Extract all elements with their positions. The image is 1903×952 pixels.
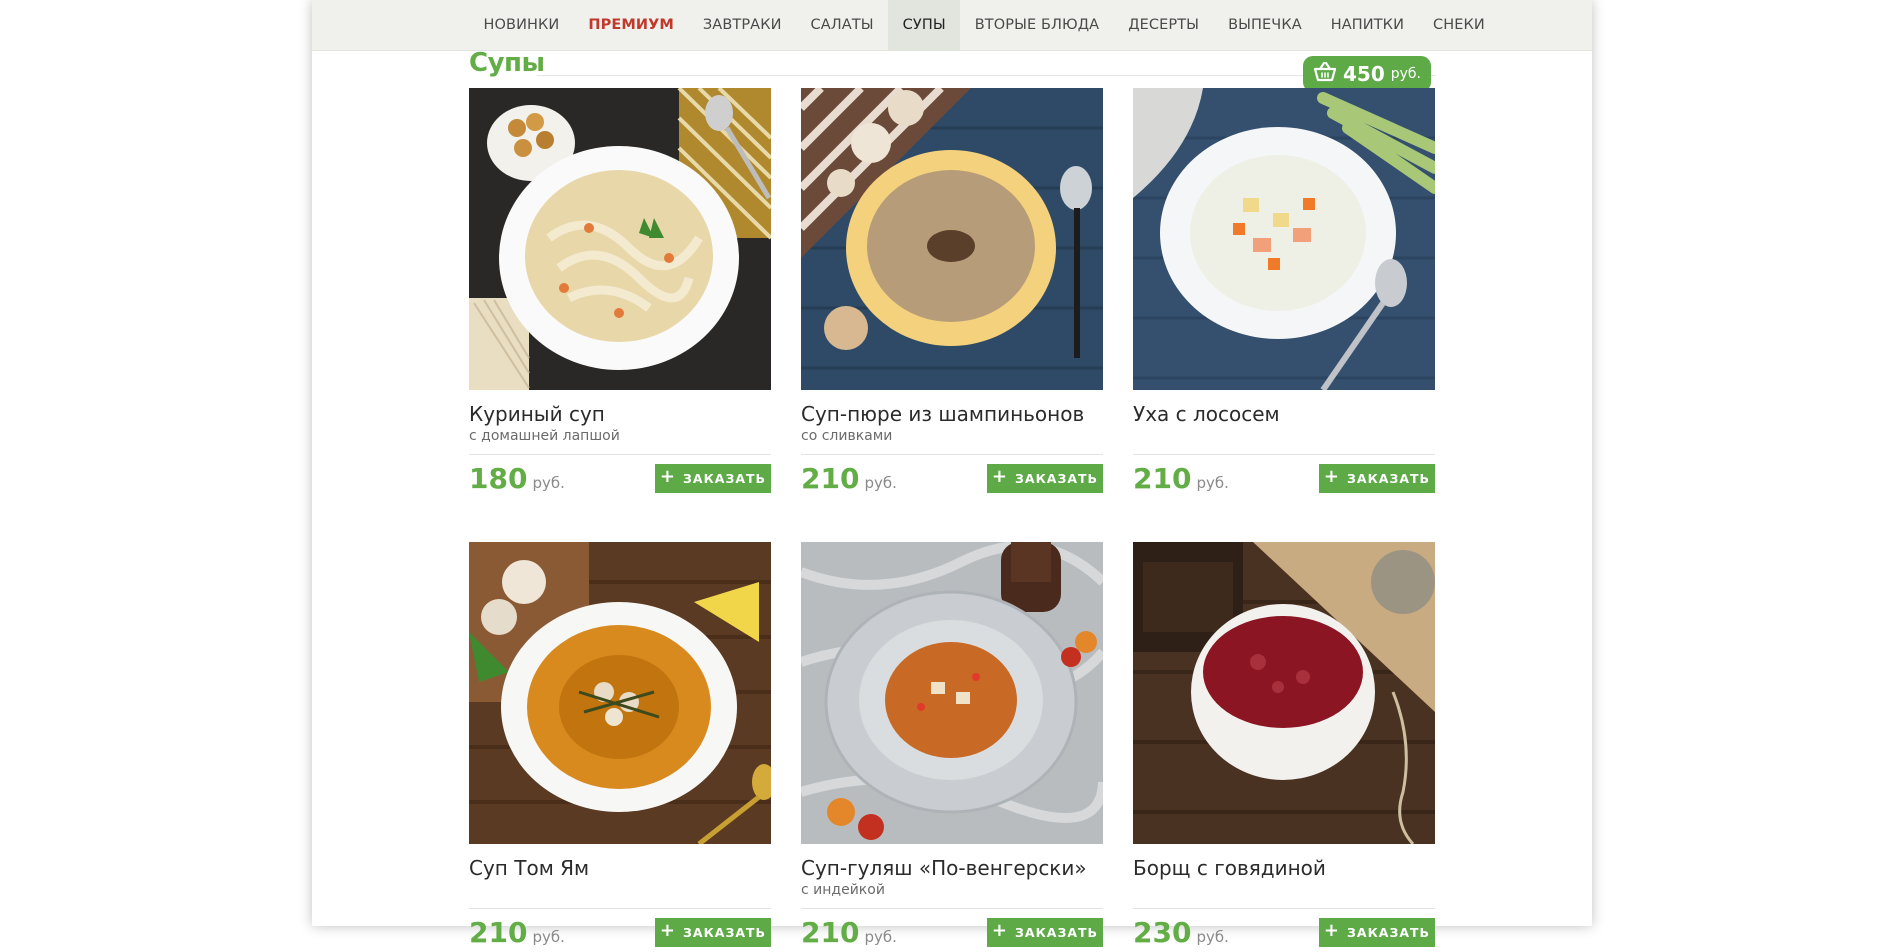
product-card: Суп-гуляш «По-венгерски» с индейкой 210 … (801, 542, 1103, 952)
category-navbar: НОВИНКИ ПРЕМИУМ ЗАВТРАКИ САЛАТЫ СУПЫ ВТО… (312, 0, 1592, 51)
price-currency: руб. (864, 473, 897, 492)
borscht-image[interactable] (1133, 542, 1435, 844)
nav-item-sneki[interactable]: СНЕКИ (1419, 0, 1500, 50)
product-price: 180 руб. (469, 462, 565, 495)
price-value: 180 (469, 461, 528, 495)
product-name[interactable]: Борщ с говядиной (1133, 856, 1435, 880)
product-name[interactable]: Суп-пюре из шампиньонов (801, 402, 1103, 426)
product-card: Куриный суп с домашней лапшой 180 руб. +… (469, 88, 771, 498)
product-name[interactable]: Суп Том Ям (469, 856, 771, 880)
plus-icon: + (659, 920, 677, 941)
product-price: 210 руб. (801, 462, 897, 495)
nav-item-vtorye-blyuda[interactable]: ВТОРЫЕ БЛЮДА (960, 0, 1113, 50)
product-price: 210 руб. (801, 916, 897, 949)
cart-amount: 450 (1342, 62, 1385, 86)
product-card: Суп Том Ям 210 руб. + ЗАКАЗАТЬ (469, 542, 771, 952)
order-button[interactable]: + ЗАКАЗАТЬ (1319, 463, 1435, 493)
price-currency: руб. (532, 927, 565, 946)
price-value: 210 (1133, 461, 1192, 495)
product-card: Борщ с говядиной 230 руб. + ЗАКАЗАТЬ (1133, 542, 1435, 952)
plus-icon: + (659, 466, 677, 487)
order-button-label: ЗАКАЗАТЬ (1015, 470, 1099, 486)
basket-icon (1313, 60, 1337, 88)
product-card: Суп-пюре из шампиньонов со сливками 210 … (801, 88, 1103, 498)
card-divider (469, 908, 771, 909)
price-row: 180 руб. + ЗАКАЗАТЬ (469, 462, 771, 495)
product-subtitle (469, 882, 771, 900)
card-divider (1133, 454, 1435, 455)
plus-icon: + (1323, 920, 1341, 941)
order-button-label: ЗАКАЗАТЬ (1015, 924, 1099, 940)
salmon-fish-soup-image[interactable] (1133, 88, 1435, 390)
product-name[interactable]: Уха с лососем (1133, 402, 1435, 426)
price-value: 230 (1133, 915, 1192, 949)
product-price: 210 руб. (469, 916, 565, 949)
section-title: Супы (469, 48, 545, 78)
price-row: 210 руб. + ЗАКАЗАТЬ (801, 916, 1103, 949)
nav-item-deserty[interactable]: ДЕСЕРТЫ (1114, 0, 1214, 50)
product-subtitle: с индейкой (801, 882, 885, 898)
product-subtitle: с домашней лапшой (469, 428, 620, 444)
chicken-noodle-soup-image[interactable] (469, 88, 771, 390)
product-name[interactable]: Суп-гуляш «По-венгерски» (801, 856, 1103, 880)
card-divider (469, 454, 771, 455)
mushroom-cream-soup-image[interactable] (801, 88, 1103, 390)
price-row: 210 руб. + ЗАКАЗАТЬ (469, 916, 771, 949)
order-button-label: ЗАКАЗАТЬ (683, 924, 767, 940)
product-grid: Куриный суп с домашней лапшой 180 руб. +… (469, 88, 1435, 952)
nav-item-novinki[interactable]: НОВИНКИ (469, 0, 574, 50)
nav-item-salaty[interactable]: САЛАТЫ (796, 0, 888, 50)
price-value: 210 (801, 461, 860, 495)
card-divider (801, 908, 1103, 909)
order-button[interactable]: + ЗАКАЗАТЬ (987, 463, 1103, 493)
product-subtitle (1133, 428, 1435, 446)
title-divider (537, 75, 1435, 76)
card-divider (801, 454, 1103, 455)
order-button-label: ЗАКАЗАТЬ (1347, 470, 1431, 486)
page-container: НОВИНКИ ПРЕМИУМ ЗАВТРАКИ САЛАТЫ СУПЫ ВТО… (312, 0, 1592, 949)
nav-item-napitki[interactable]: НАПИТКИ (1316, 0, 1418, 50)
price-row: 210 руб. + ЗАКАЗАТЬ (1133, 462, 1435, 495)
product-price: 230 руб. (1133, 916, 1229, 949)
order-button[interactable]: + ЗАКАЗАТЬ (655, 917, 771, 947)
price-value: 210 (801, 915, 860, 949)
category-nav-list: НОВИНКИ ПРЕМИУМ ЗАВТРАКИ САЛАТЫ СУПЫ ВТО… (469, 0, 1499, 50)
cart-button[interactable]: 450 руб. (1303, 56, 1431, 92)
goulash-soup-image[interactable] (801, 542, 1103, 844)
price-row: 210 руб. + ЗАКАЗАТЬ (801, 462, 1103, 495)
tom-yum-soup-image[interactable] (469, 542, 771, 844)
nav-item-zavtraki[interactable]: ЗАВТРАКИ (688, 0, 796, 50)
price-value: 210 (469, 915, 528, 949)
card-divider (1133, 908, 1435, 909)
price-row: 230 руб. + ЗАКАЗАТЬ (1133, 916, 1435, 949)
nav-item-premium[interactable]: ПРЕМИУМ (574, 0, 689, 50)
product-price: 210 руб. (1133, 462, 1229, 495)
order-button-label: ЗАКАЗАТЬ (1347, 924, 1431, 940)
nav-item-vypechka[interactable]: ВЫПЕЧКА (1214, 0, 1317, 50)
product-subtitle: со сливками (801, 428, 893, 444)
nav-item-supy[interactable]: СУПЫ (888, 0, 961, 50)
order-button[interactable]: + ЗАКАЗАТЬ (1319, 917, 1435, 947)
cart-currency: руб. (1390, 66, 1421, 82)
price-currency: руб. (1196, 927, 1229, 946)
price-currency: руб. (1196, 473, 1229, 492)
order-button[interactable]: + ЗАКАЗАТЬ (987, 917, 1103, 947)
order-button[interactable]: + ЗАКАЗАТЬ (655, 463, 771, 493)
order-button-label: ЗАКАЗАТЬ (683, 470, 767, 486)
product-name[interactable]: Куриный суп (469, 402, 771, 426)
product-subtitle (1133, 882, 1435, 900)
plus-icon: + (991, 920, 1009, 941)
plus-icon: + (991, 466, 1009, 487)
plus-icon: + (1323, 466, 1341, 487)
price-currency: руб. (532, 473, 565, 492)
product-card: Уха с лососем 210 руб. + ЗАКАЗАТЬ (1133, 88, 1435, 498)
price-currency: руб. (864, 927, 897, 946)
